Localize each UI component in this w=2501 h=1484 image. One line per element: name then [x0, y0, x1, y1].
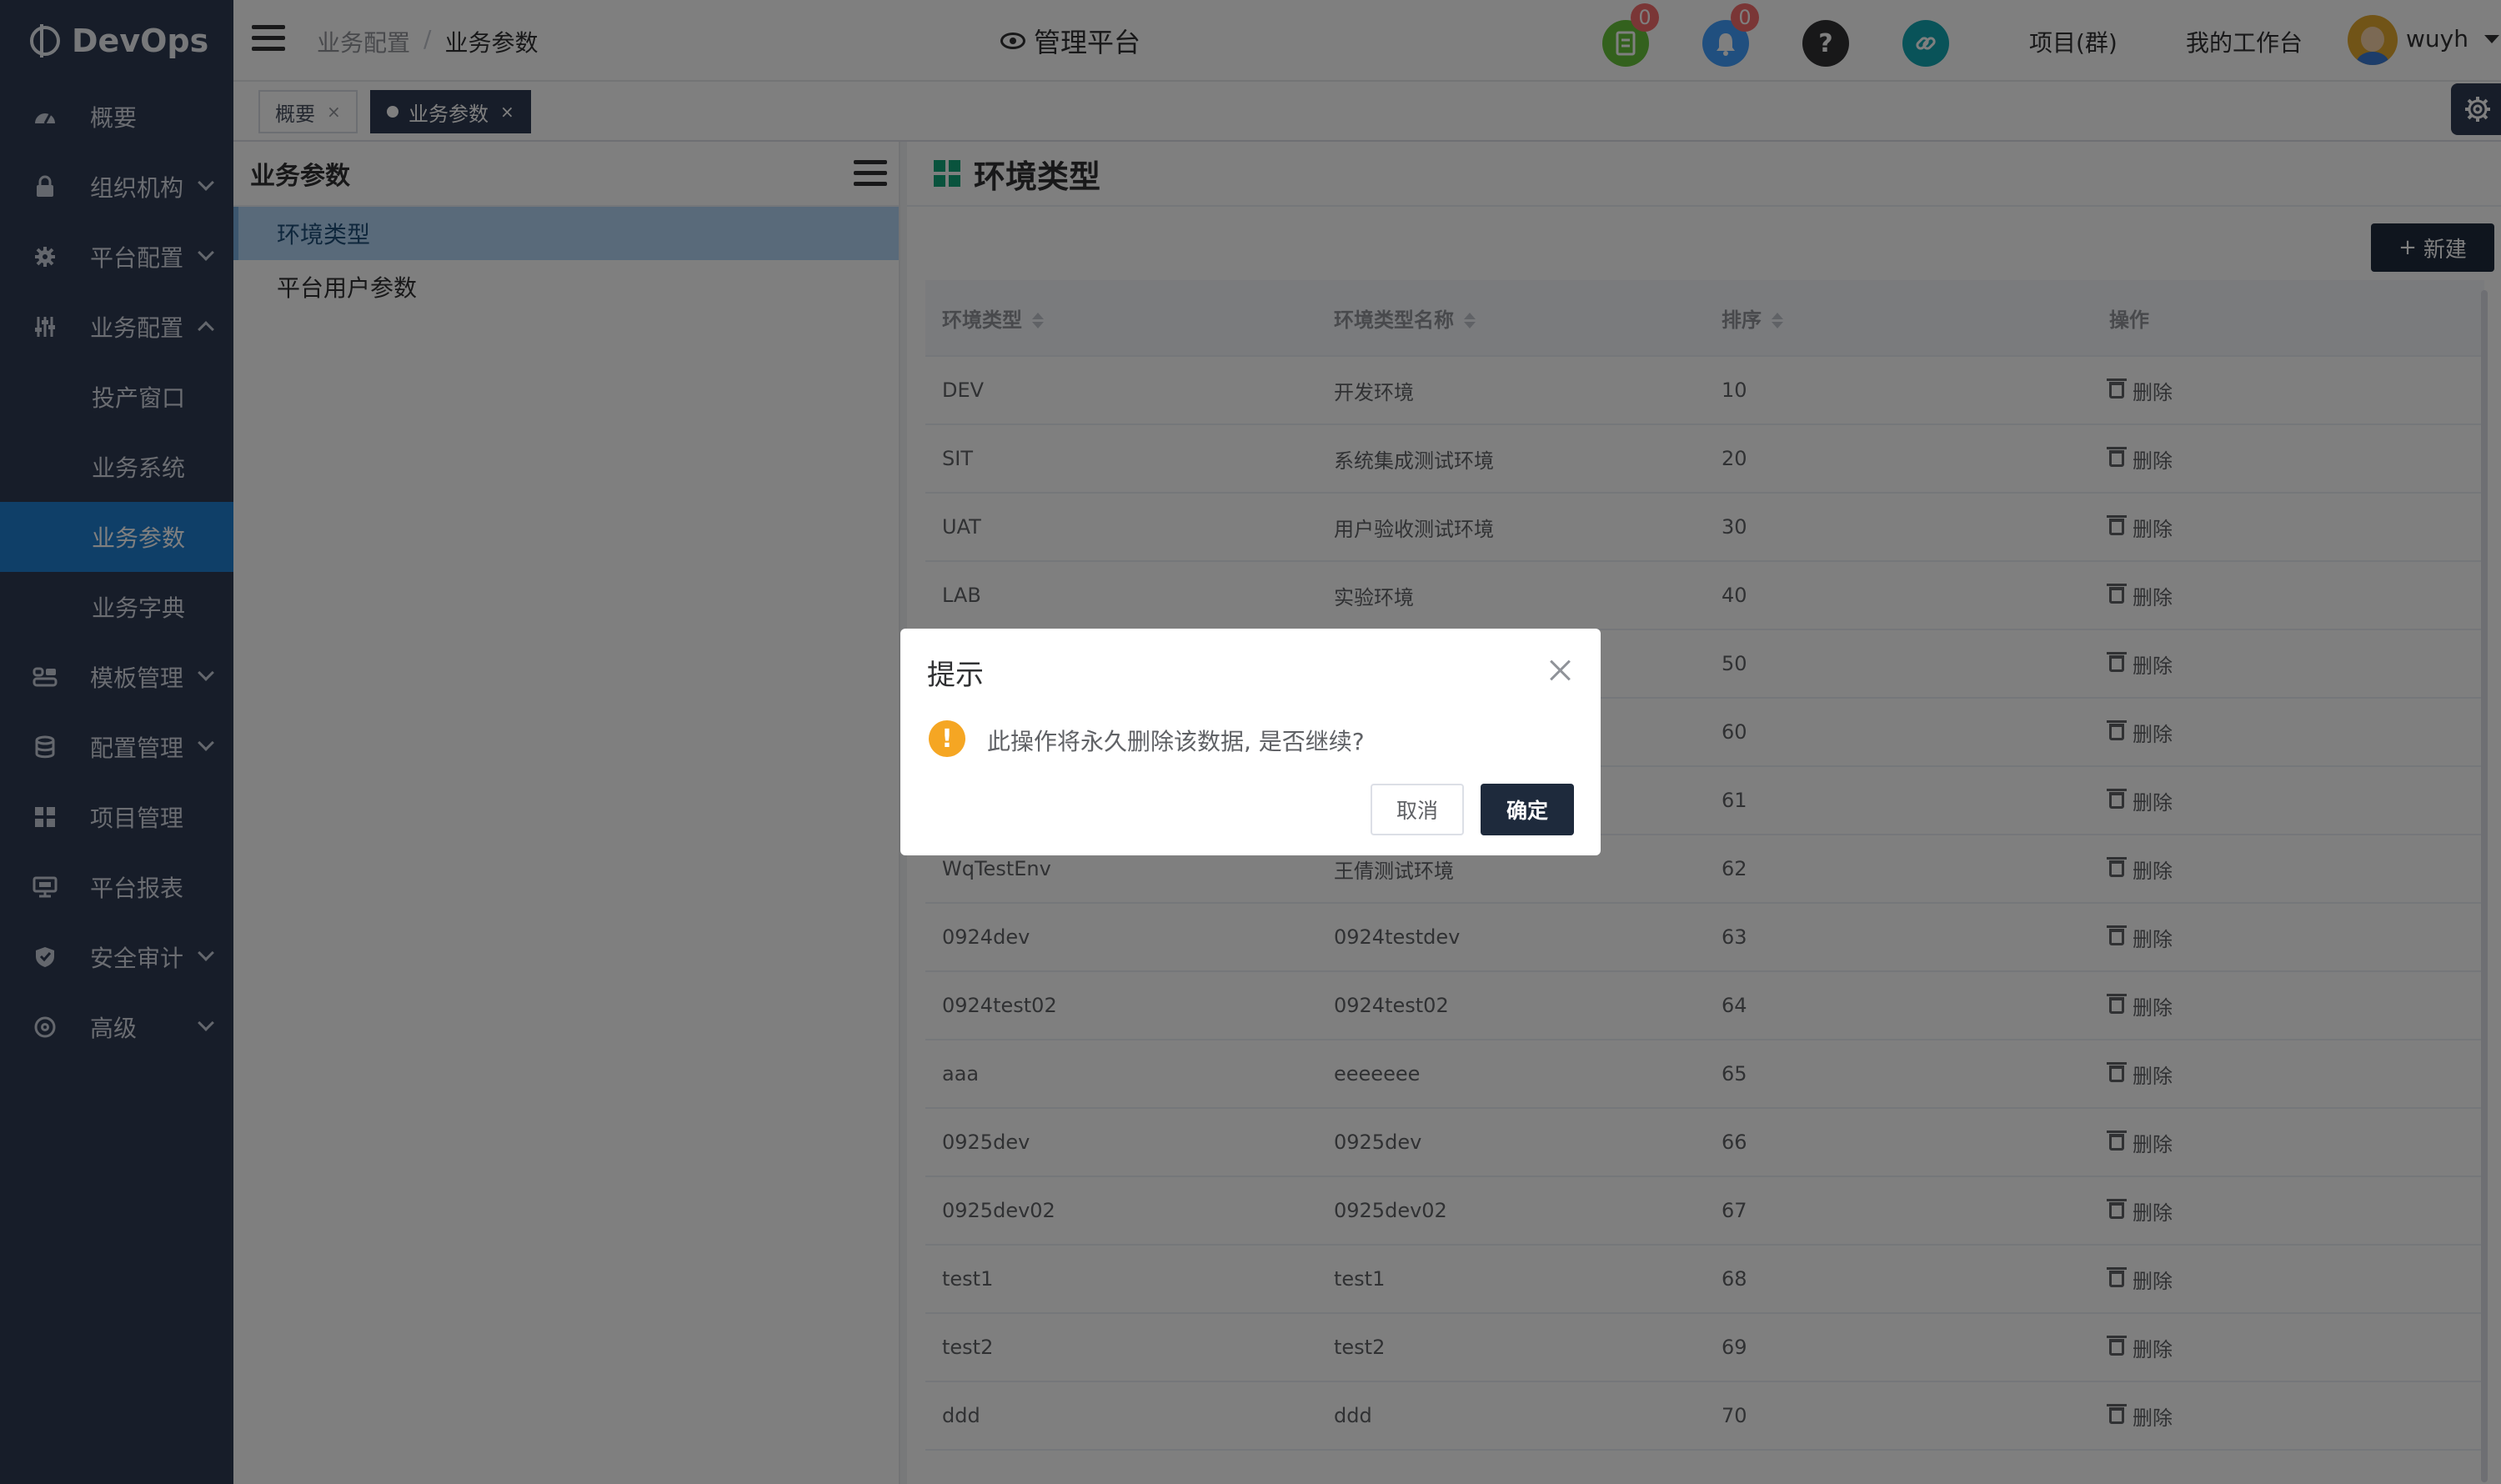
dialog-message: 此操作将永久删除该数据, 是否继续?: [987, 728, 1365, 755]
confirm-dialog: 提示 ! 此操作将永久删除该数据, 是否继续? 取消 确定: [900, 629, 1601, 855]
cancel-button[interactable]: 取消: [1371, 784, 1464, 835]
warning-icon: !: [929, 720, 965, 757]
dialog-title: 提示: [927, 659, 984, 692]
confirm-button[interactable]: 确定: [1481, 784, 1574, 835]
close-icon[interactable]: [1549, 659, 1572, 682]
app-root: DevOps 概要组织机构平台配置业务配置投产窗口业务系统业务参数业务字典模板管…: [0, 0, 2501, 1484]
